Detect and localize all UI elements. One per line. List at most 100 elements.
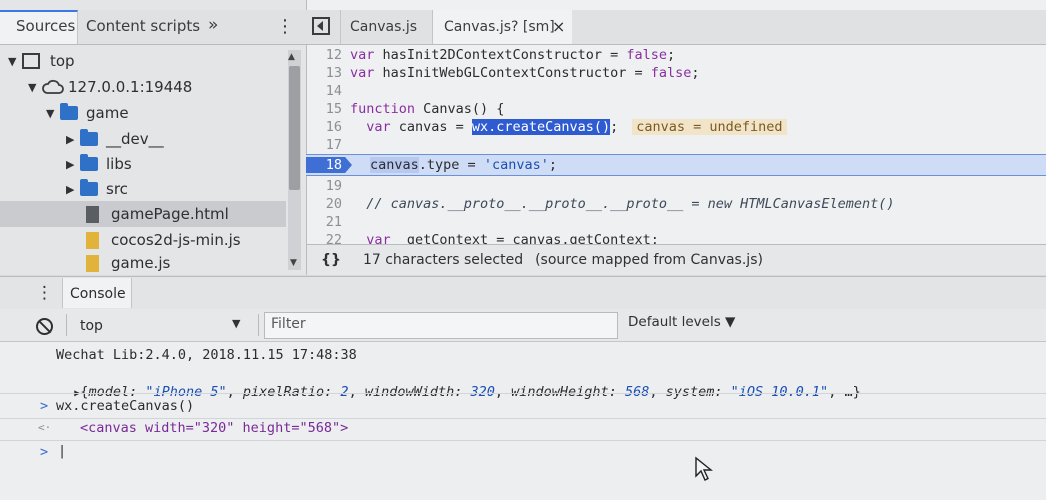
expand-triangle-icon[interactable]: ▼ [28, 81, 42, 94]
tab-sources-label: Sources [16, 17, 76, 35]
code-line-21: 21 [306, 213, 1046, 231]
code-text: ; [667, 47, 676, 63]
pretty-print-button[interactable]: {} [321, 252, 341, 268]
source-mapped-link[interactable]: (source mapped from Canvas.js) [535, 252, 763, 268]
folder-icon [80, 129, 98, 146]
log-object-preview[interactable]: ▶{model: "iPhone 5", pixelRatio: 2, wind… [58, 368, 861, 400]
editor-status-bar: {} 17 characters selected (source mapped… [307, 244, 1046, 275]
line-number[interactable]: 17 [306, 137, 350, 153]
code-text: .type = [418, 157, 484, 173]
line-number[interactable]: 16 [306, 119, 350, 135]
obj-value: 568 [616, 384, 650, 400]
console-caret-icon: > [40, 444, 49, 460]
line-number[interactable]: 13 [306, 65, 350, 81]
toolbar-divider [66, 314, 67, 336]
folder-icon [80, 179, 98, 196]
tab-content-scripts[interactable]: Content scripts [86, 17, 200, 35]
folder-icon [80, 154, 98, 171]
code-line-18-paused: 18 canvas .type = 'canvas'; [306, 154, 1046, 176]
code-text: Canvas() { [415, 101, 505, 117]
console-filter-input[interactable] [264, 312, 618, 339]
scroll-down-arrow-icon[interactable]: ▼ [290, 258, 297, 268]
tree-item-dev[interactable]: ▶ __dev__ [66, 126, 164, 152]
kebab-menu-icon[interactable]: ⋮ [276, 16, 294, 37]
code-text: canvas [370, 157, 419, 173]
console-input-echo: wx.createCanvas() [56, 398, 195, 414]
drawer-menu-icon[interactable]: ⋮ [36, 283, 53, 303]
code-lines: 12 var hasInit2DContextConstructor = fals… [306, 46, 1046, 249]
expand-triangle-icon[interactable]: ▶ [66, 133, 80, 146]
tree-label: src [106, 180, 128, 198]
folder-icon [60, 103, 78, 120]
tree-item-src[interactable]: ▶ src [66, 176, 128, 202]
code-text: canvas = [390, 119, 472, 135]
tree-item-gamejs[interactable]: game.js [86, 252, 170, 274]
scroll-up-arrow-icon[interactable]: ▲ [288, 52, 295, 62]
console-output-element[interactable]: <canvas width="320" height="568"> [80, 420, 348, 436]
toggle-navigator-icon[interactable] [312, 17, 330, 35]
code-comment: // canvas.__proto__.__proto__.__proto__ … [350, 196, 895, 212]
obj-sep: , [649, 384, 666, 400]
cloud-icon [42, 79, 64, 94]
console-prompt-input[interactable]: | [58, 443, 66, 459]
obj-sep: , [226, 384, 243, 400]
line-number[interactable]: 14 [306, 83, 350, 99]
obj-key: system: [665, 384, 723, 400]
obj-brace: , …} [828, 384, 861, 400]
navigator-scroll-thumb[interactable] [289, 66, 300, 190]
code-line-16: 16 var canvas = wx.createCanvas(); canvas… [306, 118, 1046, 136]
tree-item-origin[interactable]: ▼ 127.0.0.1:19448 [28, 74, 192, 100]
keyword: var [350, 65, 375, 81]
obj-key: pixelRatio: [242, 384, 333, 400]
line-number[interactable]: 15 [306, 101, 350, 117]
tree-item-cocos[interactable]: cocos2d-js-min.js [86, 227, 241, 253]
output-arrow-icon: <· [38, 421, 52, 434]
code-line-15: 15 function Canvas() { [306, 100, 1046, 118]
expand-triangle-icon[interactable]: ▶ [66, 158, 80, 171]
keyword: var [350, 47, 375, 63]
line-number[interactable]: 20 [306, 196, 350, 212]
selected-text[interactable]: wx.createCanvas() [471, 119, 611, 135]
log-levels-dropdown[interactable]: Default levels ▼ [628, 314, 735, 330]
more-tabs-button[interactable]: » [208, 15, 218, 35]
code-text: ; [610, 119, 619, 135]
obj-sep: , [348, 384, 365, 400]
line-number[interactable]: 21 [306, 214, 350, 230]
context-selector[interactable]: top [80, 318, 103, 334]
code-line-20: 20 // canvas.__proto__.__proto__.__proto… [306, 195, 1046, 213]
tree-label: libs [106, 155, 132, 173]
tree-item-game[interactable]: ▼ game [46, 100, 129, 126]
log-divider [0, 440, 1046, 441]
expand-triangle-icon[interactable]: ▶ [66, 183, 80, 196]
expand-triangle-icon[interactable]: ▼ [46, 107, 60, 120]
tree-label: game [86, 104, 129, 122]
code-line-19: 19 [306, 177, 1046, 195]
close-tab-icon[interactable]: × [552, 17, 565, 36]
inline-value-annotation: canvas = undefined [632, 119, 787, 135]
frame-icon [22, 53, 40, 69]
tree-item-gamepage[interactable]: gamePage.html [0, 201, 286, 227]
obj-value: 320 [462, 384, 495, 400]
clear-console-icon[interactable] [36, 318, 53, 335]
tree-label: 127.0.0.1:19448 [68, 78, 193, 96]
obj-value: 2 [332, 384, 349, 400]
breakpoint-marker[interactable]: 18 [306, 157, 352, 173]
tree-item-top[interactable]: ▼ top [8, 48, 75, 74]
tree-label: game.js [111, 254, 171, 272]
context-dropdown-icon[interactable]: ▼ [232, 317, 240, 330]
code-text: hasInit2DContextConstructor = [374, 47, 627, 63]
html-file-icon [86, 205, 99, 223]
tree-label: cocos2d-js-min.js [111, 231, 241, 249]
code-text: hasInitWebGLContextConstructor = [374, 65, 651, 81]
tree-item-libs[interactable]: ▶ libs [66, 151, 132, 177]
tree-label: top [50, 52, 75, 70]
expand-triangle-icon[interactable]: ▼ [8, 55, 22, 68]
line-number[interactable]: 12 [306, 47, 350, 63]
tab-canvas-js[interactable]: Canvas.js [350, 19, 417, 35]
log-divider [0, 418, 1046, 419]
obj-key: windowWidth: [364, 384, 463, 400]
obj-value: "iOS 10.0.1" [722, 384, 829, 400]
line-number[interactable]: 19 [306, 178, 350, 194]
code-text: ; [548, 157, 557, 173]
tab-canvas-js-sm-label: Canvas.js? [sm] [444, 19, 555, 35]
